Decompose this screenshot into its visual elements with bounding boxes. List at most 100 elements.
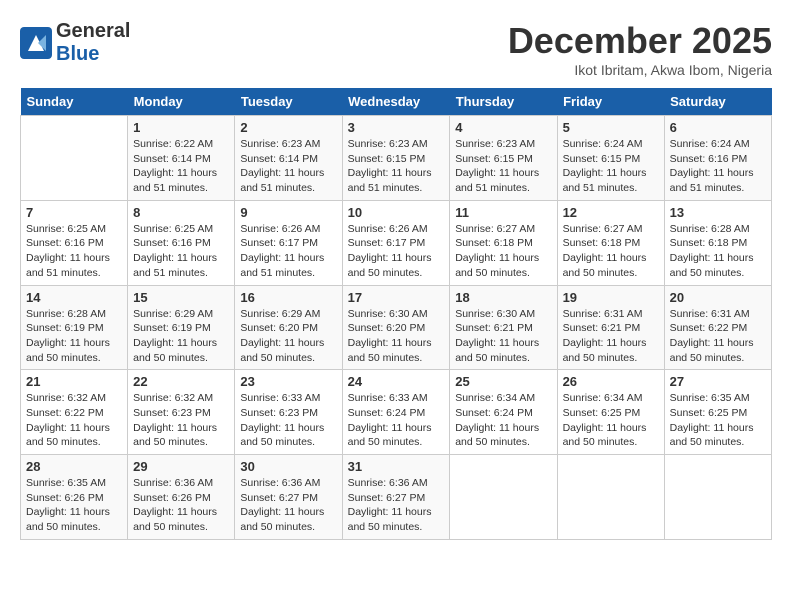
day-info: Sunrise: 6:36 AM Sunset: 6:26 PM Dayligh… (133, 476, 229, 535)
header-wednesday: Wednesday (342, 88, 450, 116)
header-row: Sunday Monday Tuesday Wednesday Thursday… (21, 88, 772, 116)
day-cell (664, 455, 771, 540)
day-number: 7 (26, 205, 122, 220)
day-cell: 2 Sunrise: 6:23 AM Sunset: 6:14 PM Daylig… (235, 116, 342, 201)
day-number: 13 (670, 205, 766, 220)
day-info: Sunrise: 6:28 AM Sunset: 6:18 PM Dayligh… (670, 222, 766, 281)
day-cell: 17 Sunrise: 6:30 AM Sunset: 6:20 PM Dayli… (342, 285, 450, 370)
day-cell: 3 Sunrise: 6:23 AM Sunset: 6:15 PM Daylig… (342, 116, 450, 201)
day-cell: 10 Sunrise: 6:26 AM Sunset: 6:17 PM Dayli… (342, 200, 450, 285)
day-number: 6 (670, 120, 766, 135)
day-cell (557, 455, 664, 540)
day-info: Sunrise: 6:31 AM Sunset: 6:21 PM Dayligh… (563, 307, 659, 366)
day-info: Sunrise: 6:34 AM Sunset: 6:25 PM Dayligh… (563, 391, 659, 450)
header-sunday: Sunday (21, 88, 128, 116)
calendar-table: Sunday Monday Tuesday Wednesday Thursday… (20, 88, 772, 540)
day-info: Sunrise: 6:35 AM Sunset: 6:25 PM Dayligh… (670, 391, 766, 450)
day-info: Sunrise: 6:25 AM Sunset: 6:16 PM Dayligh… (133, 222, 229, 281)
day-info: Sunrise: 6:30 AM Sunset: 6:20 PM Dayligh… (348, 307, 445, 366)
week-row-4: 21Sunrise: 6:32 AM Sunset: 6:22 PM Dayli… (21, 370, 772, 455)
day-info: Sunrise: 6:29 AM Sunset: 6:20 PM Dayligh… (240, 307, 336, 366)
page-subtitle: Ikot Ibritam, Akwa Ibom, Nigeria (508, 62, 772, 78)
day-number: 31 (348, 459, 445, 474)
header-thursday: Thursday (450, 88, 557, 116)
day-cell: 5 Sunrise: 6:24 AM Sunset: 6:15 PM Daylig… (557, 116, 664, 201)
day-number: 19 (563, 290, 659, 305)
day-cell (21, 116, 128, 201)
day-number: 4 (455, 120, 551, 135)
day-info: Sunrise: 6:25 AM Sunset: 6:16 PM Dayligh… (26, 222, 122, 281)
day-number: 1 (133, 120, 229, 135)
week-row-3: 14Sunrise: 6:28 AM Sunset: 6:19 PM Dayli… (21, 285, 772, 370)
day-info: Sunrise: 6:29 AM Sunset: 6:19 PM Dayligh… (133, 307, 229, 366)
day-info: Sunrise: 6:34 AM Sunset: 6:24 PM Dayligh… (455, 391, 551, 450)
day-cell: 4 Sunrise: 6:23 AM Sunset: 6:15 PM Daylig… (450, 116, 557, 201)
day-cell: 16 Sunrise: 6:29 AM Sunset: 6:20 PM Dayli… (235, 285, 342, 370)
day-cell: 27 Sunrise: 6:35 AM Sunset: 6:25 PM Dayli… (664, 370, 771, 455)
day-cell: 29 Sunrise: 6:36 AM Sunset: 6:26 PM Dayli… (128, 455, 235, 540)
day-info: Sunrise: 6:23 AM Sunset: 6:15 PM Dayligh… (348, 137, 445, 196)
day-info: Sunrise: 6:24 AM Sunset: 6:16 PM Dayligh… (670, 137, 766, 196)
day-number: 20 (670, 290, 766, 305)
day-number: 18 (455, 290, 551, 305)
title-block: December 2025 Ikot Ibritam, Akwa Ibom, N… (508, 20, 772, 78)
day-cell: 8 Sunrise: 6:25 AM Sunset: 6:16 PM Daylig… (128, 200, 235, 285)
day-cell: 12Sunrise: 6:27 AM Sunset: 6:18 PM Dayli… (557, 200, 664, 285)
day-number: 15 (133, 290, 229, 305)
day-cell: 13 Sunrise: 6:28 AM Sunset: 6:18 PM Dayli… (664, 200, 771, 285)
day-info: Sunrise: 6:33 AM Sunset: 6:24 PM Dayligh… (348, 391, 445, 450)
day-cell: 21Sunrise: 6:32 AM Sunset: 6:22 PM Dayli… (21, 370, 128, 455)
day-cell: 31Sunrise: 6:36 AM Sunset: 6:27 PM Dayli… (342, 455, 450, 540)
day-info: Sunrise: 6:22 AM Sunset: 6:14 PM Dayligh… (133, 137, 229, 196)
day-number: 10 (348, 205, 445, 220)
day-cell: 11Sunrise: 6:27 AM Sunset: 6:18 PM Dayli… (450, 200, 557, 285)
day-number: 8 (133, 205, 229, 220)
day-cell: 14Sunrise: 6:28 AM Sunset: 6:19 PM Dayli… (21, 285, 128, 370)
header-monday: Monday (128, 88, 235, 116)
day-info: Sunrise: 6:32 AM Sunset: 6:22 PM Dayligh… (26, 391, 122, 450)
logo-icon (20, 27, 52, 59)
week-row-1: 1 Sunrise: 6:22 AM Sunset: 6:14 PM Daylig… (21, 116, 772, 201)
day-cell (450, 455, 557, 540)
day-cell: 26Sunrise: 6:34 AM Sunset: 6:25 PM Dayli… (557, 370, 664, 455)
day-number: 24 (348, 374, 445, 389)
day-cell: 7 Sunrise: 6:25 AM Sunset: 6:16 PM Daylig… (21, 200, 128, 285)
day-cell: 1 Sunrise: 6:22 AM Sunset: 6:14 PM Daylig… (128, 116, 235, 201)
day-info: Sunrise: 6:31 AM Sunset: 6:22 PM Dayligh… (670, 307, 766, 366)
day-cell: 9Sunrise: 6:26 AM Sunset: 6:17 PM Daylig… (235, 200, 342, 285)
day-info: Sunrise: 6:26 AM Sunset: 6:17 PM Dayligh… (348, 222, 445, 281)
day-number: 16 (240, 290, 336, 305)
day-info: Sunrise: 6:27 AM Sunset: 6:18 PM Dayligh… (455, 222, 551, 281)
day-info: Sunrise: 6:30 AM Sunset: 6:21 PM Dayligh… (455, 307, 551, 366)
day-number: 5 (563, 120, 659, 135)
day-number: 3 (348, 120, 445, 135)
day-cell: 28Sunrise: 6:35 AM Sunset: 6:26 PM Dayli… (21, 455, 128, 540)
day-number: 28 (26, 459, 122, 474)
day-cell: 25Sunrise: 6:34 AM Sunset: 6:24 PM Dayli… (450, 370, 557, 455)
day-info: Sunrise: 6:23 AM Sunset: 6:15 PM Dayligh… (455, 137, 551, 196)
day-info: Sunrise: 6:36 AM Sunset: 6:27 PM Dayligh… (240, 476, 336, 535)
day-number: 2 (240, 120, 336, 135)
week-row-2: 7 Sunrise: 6:25 AM Sunset: 6:16 PM Daylig… (21, 200, 772, 285)
day-cell: 20 Sunrise: 6:31 AM Sunset: 6:22 PM Dayli… (664, 285, 771, 370)
day-cell: 15 Sunrise: 6:29 AM Sunset: 6:19 PM Dayli… (128, 285, 235, 370)
day-info: Sunrise: 6:28 AM Sunset: 6:19 PM Dayligh… (26, 307, 122, 366)
day-number: 27 (670, 374, 766, 389)
day-info: Sunrise: 6:24 AM Sunset: 6:15 PM Dayligh… (563, 137, 659, 196)
day-cell: 23Sunrise: 6:33 AM Sunset: 6:23 PM Dayli… (235, 370, 342, 455)
day-info: Sunrise: 6:23 AM Sunset: 6:14 PM Dayligh… (240, 137, 336, 196)
day-cell: 6 Sunrise: 6:24 AM Sunset: 6:16 PM Daylig… (664, 116, 771, 201)
day-cell: 30 Sunrise: 6:36 AM Sunset: 6:27 PM Dayli… (235, 455, 342, 540)
day-number: 30 (240, 459, 336, 474)
header-tuesday: Tuesday (235, 88, 342, 116)
day-info: Sunrise: 6:27 AM Sunset: 6:18 PM Dayligh… (563, 222, 659, 281)
day-cell: 18 Sunrise: 6:30 AM Sunset: 6:21 PM Dayli… (450, 285, 557, 370)
day-number: 23 (240, 374, 336, 389)
header-friday: Friday (557, 88, 664, 116)
logo-general: General (56, 20, 130, 42)
day-cell: 19 Sunrise: 6:31 AM Sunset: 6:21 PM Dayli… (557, 285, 664, 370)
day-cell: 24 Sunrise: 6:33 AM Sunset: 6:24 PM Dayli… (342, 370, 450, 455)
day-number: 17 (348, 290, 445, 305)
day-info: Sunrise: 6:32 AM Sunset: 6:23 PM Dayligh… (133, 391, 229, 450)
day-number: 29 (133, 459, 229, 474)
